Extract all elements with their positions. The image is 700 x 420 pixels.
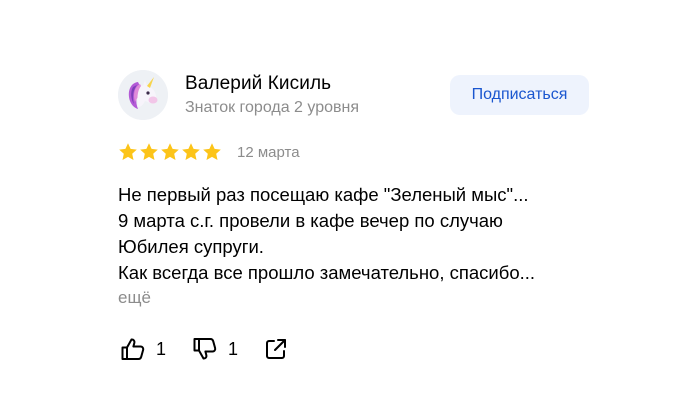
share-button[interactable] (264, 337, 288, 361)
review-date: 12 марта (237, 143, 300, 161)
review-text-line: Юбилея супруги. (118, 236, 264, 257)
dislike-count: 1 (228, 338, 239, 359)
review-text-line: 9 марта с.г. провели в кафе вечер по слу… (118, 210, 503, 231)
dislike-button[interactable]: 1 (192, 336, 238, 362)
author-level: Знаток города 2 уровня (185, 99, 360, 116)
star-rating (118, 142, 222, 162)
like-count: 1 (156, 338, 167, 359)
review-text-line: Не первый раз посещаю кафе "Зеленый мыс"… (118, 184, 529, 205)
review-header: Валерий Кисиль Знаток города 2 уровня По… (118, 70, 598, 122)
author-name[interactable]: Валерий Кисиль (185, 73, 331, 95)
review-text-line: Как всегда все прошло замечательно, спас… (118, 262, 536, 283)
star-icon (119, 143, 137, 160)
star-icon (182, 143, 200, 160)
review-actions: 1 1 (118, 336, 598, 362)
share-icon (266, 339, 287, 359)
star-icon (203, 143, 221, 160)
rating-row: 12 марта (118, 140, 598, 164)
review-text: Не первый раз посещаю кафе "Зеленый мыс"… (118, 182, 588, 309)
star-icon (161, 143, 179, 160)
thumbs-up-icon (121, 338, 145, 360)
review-card: Валерий Кисиль Знаток города 2 уровня По… (118, 70, 598, 362)
unicorn-icon (118, 70, 168, 120)
subscribe-button[interactable]: Подписаться (450, 75, 589, 115)
thumbs-down-icon (193, 338, 217, 360)
star-icon (140, 143, 158, 160)
expand-review-link[interactable]: ещё (118, 287, 151, 309)
like-button[interactable]: 1 (120, 336, 166, 362)
avatar[interactable] (118, 70, 168, 120)
